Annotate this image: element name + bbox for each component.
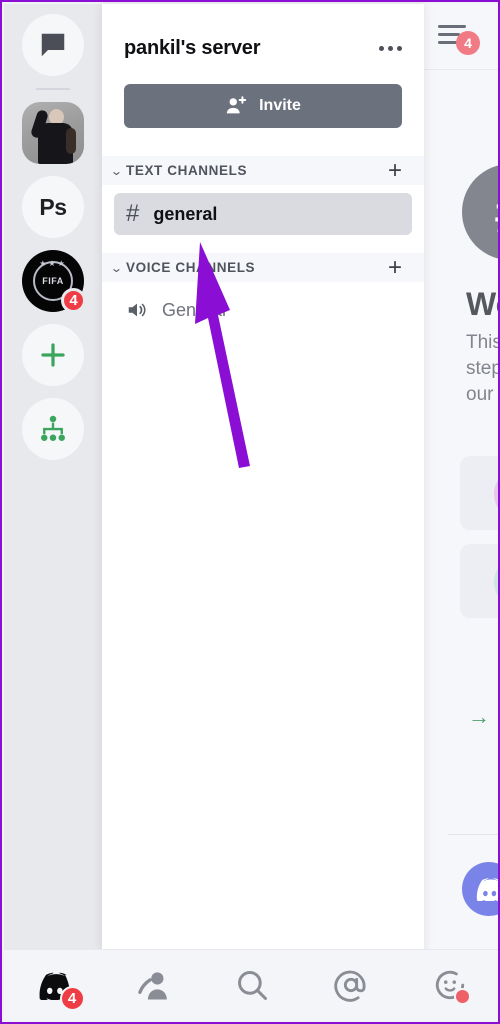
menu-badge: 4 [456,31,480,55]
person-photo-avatar [22,102,84,164]
invite-button[interactable]: Invite [124,84,402,128]
channel-content-preview[interactable]: 4 # We This i steps our G → [424,4,498,953]
section-header-text-channels[interactable]: ⌄ TEXT CHANNELS + [102,156,424,185]
sidebar-item-add-server[interactable] [22,324,84,386]
section-label-text-channels: TEXT CHANNELS [126,163,248,178]
channel-label-general-voice: General [162,299,227,320]
section-header-voice-channels[interactable]: ⌄ VOICE CHANNELS + [102,253,424,282]
bottom-navigation-bar: 4 [4,949,498,1020]
discord-glyph [476,878,498,901]
status-badge: 4 [61,288,86,313]
arrow-right-icon[interactable]: → [468,704,490,730]
nav-servers-tab[interactable]: 4 [4,950,103,1020]
sidebar-item-fifa-server[interactable]: ★★★ FIFA 4 [22,250,86,313]
server-rail: Ps ★★★ FIFA 4 [4,4,102,953]
discord-mobile-screen: Ps ★★★ FIFA 4 4 W This ste our → pankil'… [0,0,500,1024]
sidebar-item-explore-servers[interactable] [22,398,84,460]
nav-profile-tab[interactable] [401,950,498,1020]
chevron-down-icon[interactable]: ⌄ [110,164,128,178]
avatar [22,102,84,164]
rail-divider [36,88,70,90]
status-badge: 4 [59,986,85,1012]
welcome-body-text: This i steps our G [466,330,498,408]
nav-friends-tab[interactable] [103,950,202,1020]
friends-wave-icon [138,972,167,1000]
panel-header: pankil's server [102,4,424,70]
add-voice-channel-button[interactable]: + [388,255,402,279]
fifa-crest-label: FIFA [42,276,64,286]
person-add-icon [226,96,247,114]
explore-circle [22,398,84,460]
channel-label-general: general [153,203,218,224]
add-text-channel-button[interactable]: + [388,158,402,182]
more-options-icon[interactable] [379,40,402,57]
search-icon [238,971,267,1000]
channel-view-header: 4 [424,4,498,70]
dnd-status-badge [454,987,472,1005]
at-mention-icon [334,970,366,1002]
plus-icon [41,343,65,367]
sidebar-item-direct-messages[interactable] [22,14,84,76]
sidebar-item-ps-server[interactable]: Ps [22,176,84,238]
nav-mentions-tab[interactable] [302,950,401,1020]
channel-item-general-voice[interactable]: General [114,290,412,330]
chevron-down-icon[interactable]: ⌄ [110,261,128,275]
channel-item-general[interactable]: # general [114,193,412,235]
server-channel-panel: pankil's server Invite ⌄ TEXT CHANNELS +… [102,4,424,953]
section-label-voice-channels: VOICE CHANNELS [126,260,256,275]
discord-logo-icon [462,862,498,916]
ps-circle: Ps [22,176,84,238]
dm-circle [22,14,84,76]
welcome-heading: We [466,286,498,322]
divider [448,834,498,835]
invite-button-label: Invite [259,97,301,114]
channel-hash-avatar: # [462,164,498,260]
invite-bubble-icon [494,468,498,520]
onboarding-card-personalize[interactable] [460,544,498,618]
add-circle [22,324,84,386]
chat-bubble-icon [41,33,65,57]
page-title: pankil's server [124,36,261,59]
speaker-icon [128,303,146,317]
onboarding-card-invite[interactable] [460,456,498,530]
nav-search-tab[interactable] [202,950,301,1020]
ps-initials: Ps [39,193,67,220]
hash-icon: # [126,200,140,227]
sidebar-item-user-avatar-server[interactable] [22,102,84,164]
compass-sitemap-icon [41,415,65,441]
personalize-bubble-icon [494,556,498,608]
